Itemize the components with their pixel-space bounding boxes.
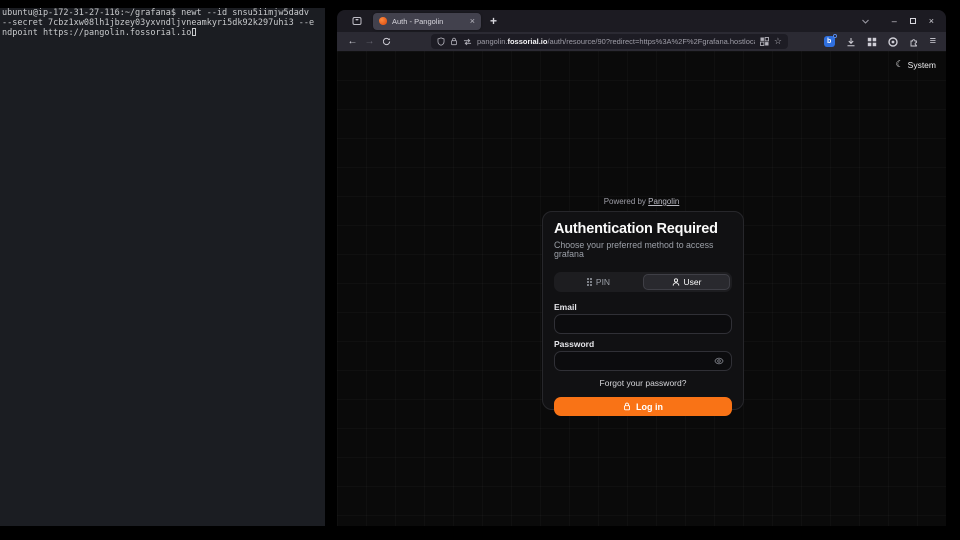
login-button-label: Log in [636,402,663,412]
password-manager-extension-icon[interactable]: b [824,36,835,47]
theme-toggle-label: System [908,60,936,70]
window-close-button[interactable]: × [929,17,934,26]
auth-card: Authentication Required Choose your pref… [542,211,744,410]
browser-toolbar: ← → pangolin.fossorial.io/auth/resource/… [337,32,946,51]
auth-method-tabs: PIN User [554,272,732,292]
minimize-button[interactable]: – [892,17,897,26]
menu-icon[interactable]: ≡ [930,36,936,47]
window-controls: – × [892,17,934,26]
terminal-line: --secret 7cbz1xw08lh1jbzey03yxvndljvneam… [2,19,323,29]
browser-tab-active[interactable]: Auth - Pangolin × [373,13,481,30]
reload-button[interactable] [378,37,395,46]
list-tabs-chevron-icon[interactable] [861,17,870,26]
pangolin-favicon-icon [379,17,387,25]
url-text: pangolin.fossorial.io/auth/resource/90?r… [477,37,755,46]
extensions-puzzle-icon[interactable] [909,37,919,47]
lock-icon[interactable] [450,37,458,46]
password-field[interactable] [554,351,732,371]
pangolin-link[interactable]: Pangolin [648,197,679,206]
page-content: ☾ System Powered by Pangolin Authenticat… [337,51,946,526]
card-title: Authentication Required [554,222,732,237]
permissions-exchange-icon[interactable] [463,38,472,46]
moon-icon: ☾ [896,59,904,70]
desktop: ubuntu@ip-172-31-27-116:~/grafana$ newt … [0,0,960,540]
extension-badge [833,34,837,38]
forgot-password-link[interactable]: Forgot your password? [554,379,732,388]
password-label: Password [554,340,732,348]
firefox-view-icon[interactable] [352,16,362,26]
email-label: Email [554,303,732,311]
user-icon [672,278,680,286]
browser-tabbar: Auth - Pangolin × + – × [337,10,946,32]
email-field[interactable] [554,314,732,334]
login-button[interactable]: Log in [554,397,732,416]
login-lock-icon [623,402,631,411]
tab-title: Auth - Pangolin [392,17,466,26]
tab-user-label: User [684,277,702,287]
tab-pin[interactable]: PIN [556,274,641,290]
containers-icon[interactable] [760,37,769,46]
terminal-line: ndpoint https://pangolin.fossorial.io [2,28,323,39]
downloads-icon[interactable] [846,37,856,47]
tracking-shield-icon[interactable] [437,37,445,46]
tab-pin-label: PIN [596,277,610,287]
toolbar-extensions: b ≡ [824,36,936,47]
apps-grid-icon[interactable] [867,37,877,47]
show-password-eye-icon[interactable] [714,357,724,365]
back-button[interactable]: ← [344,37,361,47]
tab-user[interactable]: User [643,274,730,290]
card-subtitle: Choose your preferred method to access g… [554,241,732,259]
terminal-panel[interactable]: ubuntu@ip-172-31-27-116:~/grafana$ newt … [0,8,325,526]
browser-window: Auth - Pangolin × + – × ← → [337,10,946,526]
new-tab-button[interactable]: + [490,16,497,26]
terminal-cursor [192,28,196,36]
adblock-circle-icon[interactable] [888,37,898,47]
forward-button[interactable]: → [361,37,378,47]
bookmark-star-icon[interactable]: ☆ [774,36,782,47]
theme-toggle[interactable]: ☾ System [896,59,936,70]
pin-keypad-icon [587,278,592,286]
url-bar[interactable]: pangolin.fossorial.io/auth/resource/90?r… [431,34,788,49]
powered-by: Powered by Pangolin [337,197,946,206]
tab-close-icon[interactable]: × [466,17,475,26]
maximize-button[interactable] [910,18,916,24]
